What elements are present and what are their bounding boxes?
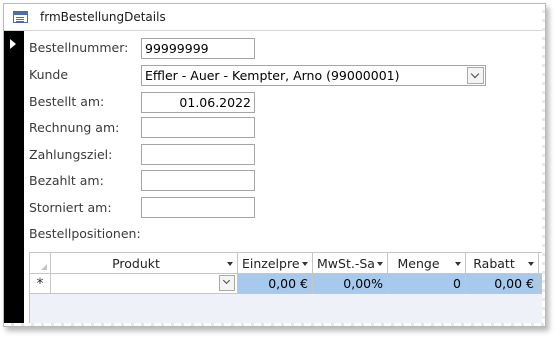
einzelpreis-cell[interactable]: 0,00 € bbox=[238, 274, 313, 294]
kunde-value: Effler - Auer - Kempter, Arno (99000001) bbox=[145, 68, 400, 83]
bezahlt-am-label: Bezahlt am: bbox=[29, 173, 104, 188]
produkt-dropdown-button[interactable] bbox=[219, 275, 235, 291]
column-header-label: Einzelpre bbox=[242, 256, 300, 271]
kunde-dropdown-button[interactable] bbox=[467, 67, 484, 84]
zahlungsziel-field[interactable] bbox=[141, 144, 255, 165]
current-record-arrow-icon bbox=[10, 39, 16, 49]
kunde-label: Kunde bbox=[29, 67, 69, 82]
bestellpositionen-label: Bestellpositionen: bbox=[29, 226, 141, 241]
bestellpositionen-datasheet[interactable]: Produkt Einzelpre MwSt.-Sa Menge Rabatt bbox=[29, 252, 545, 326]
bestellnummer-field[interactable]: 99999999 bbox=[141, 38, 255, 59]
column-header-menge[interactable]: Menge bbox=[388, 253, 466, 274]
column-header-label: MwSt.-Sa bbox=[317, 256, 375, 271]
column-header-einzelpreis[interactable]: Einzelpre bbox=[238, 253, 313, 274]
form-icon bbox=[13, 11, 28, 23]
form-window: frmBestellungDetails Bestellnummer: 9999… bbox=[3, 3, 546, 327]
new-record-marker[interactable]: * bbox=[30, 274, 51, 294]
kunde-combobox[interactable]: Effler - Auer - Kempter, Arno (99000001) bbox=[141, 65, 486, 86]
record-selector[interactable] bbox=[4, 31, 24, 326]
select-all-corner[interactable] bbox=[30, 253, 51, 274]
column-header-label: Rabatt bbox=[473, 256, 515, 271]
window-titlebar: frmBestellungDetails bbox=[4, 4, 545, 31]
sort-filter-arrow-icon[interactable] bbox=[377, 262, 383, 266]
rechnung-am-field[interactable] bbox=[141, 117, 255, 138]
sort-filter-arrow-icon[interactable] bbox=[528, 262, 534, 266]
window-title: frmBestellungDetails bbox=[40, 10, 166, 24]
produkt-cell[interactable] bbox=[51, 274, 238, 294]
bestellt-am-field[interactable]: 01.06.2022 bbox=[141, 92, 255, 113]
bestellt-am-label: Bestellt am: bbox=[29, 94, 105, 109]
bestellnummer-label: Bestellnummer: bbox=[29, 40, 129, 55]
column-header-rabatt[interactable]: Rabatt bbox=[466, 253, 539, 274]
storniert-am-label: Storniert am: bbox=[29, 200, 112, 215]
column-header-produkt[interactable]: Produkt bbox=[51, 253, 238, 274]
zahlungsziel-label: Zahlungsziel: bbox=[29, 147, 113, 162]
column-header-label: Menge bbox=[397, 256, 440, 271]
rechnung-am-label: Rechnung am: bbox=[29, 120, 120, 135]
torn-edge-right bbox=[542, 4, 545, 326]
new-record-row[interactable]: * 0,00 € 0,00% 0 0,00 € bbox=[30, 274, 545, 294]
sort-filter-arrow-icon[interactable] bbox=[227, 262, 233, 266]
bezahlt-am-field[interactable] bbox=[141, 170, 255, 191]
menge-cell[interactable]: 0 bbox=[388, 274, 466, 294]
storniert-am-field[interactable] bbox=[141, 197, 255, 218]
column-header-mwst-satz[interactable]: MwSt.-Sa bbox=[313, 253, 388, 274]
column-header-row: Produkt Einzelpre MwSt.-Sa Menge Rabatt bbox=[30, 253, 545, 274]
column-header-label: Produkt bbox=[112, 256, 160, 271]
torn-edge-bottom bbox=[4, 323, 545, 326]
sort-filter-arrow-icon[interactable] bbox=[302, 262, 308, 266]
chevron-down-icon bbox=[470, 69, 480, 79]
sort-filter-arrow-icon[interactable] bbox=[455, 262, 461, 266]
rabatt-cell[interactable]: 0,00 € bbox=[466, 274, 539, 294]
mwst-satz-cell[interactable]: 0,00% bbox=[313, 274, 388, 294]
chevron-down-icon bbox=[222, 276, 231, 285]
